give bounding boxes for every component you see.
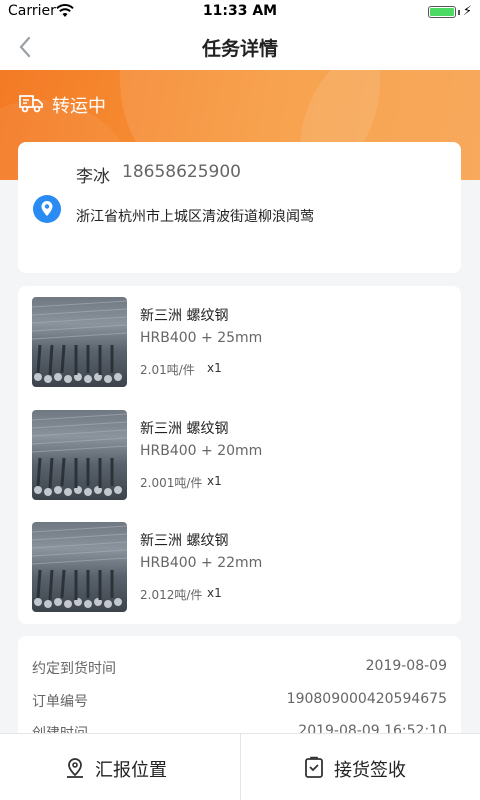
goods-item[interactable]: 新三洲 螺纹钢 HRB400 + 22mm 2.012吨/件 x1	[32, 522, 452, 614]
goods-title: 新三洲 螺纹钢	[140, 308, 229, 324]
info-row-order-number: 订单编号 190809000420594675	[32, 691, 447, 713]
goods-item[interactable]: 新三洲 螺纹钢 HRB400 + 25mm 2.01吨/件 x1	[32, 297, 452, 389]
report-location-label: 汇报位置	[95, 760, 167, 781]
goods-qty: x1	[207, 474, 222, 488]
page-title: 任务详情	[201, 38, 278, 60]
info-label: 订单编号	[32, 694, 88, 710]
nav-bar: 任务详情	[0, 24, 480, 70]
charging-icon: ⚡	[462, 4, 472, 19]
info-label: 约定到货时间	[32, 661, 116, 677]
location-pin-icon	[33, 195, 61, 223]
goods-weight: 2.012吨/件	[140, 588, 203, 602]
goods-spec: HRB400 + 25mm	[140, 330, 263, 346]
rebar-image	[32, 522, 127, 612]
goods-list: 新三洲 螺纹钢 HRB400 + 25mm 2.01吨/件 x1 新三洲 螺纹钢…	[18, 286, 461, 624]
location-icon	[67, 758, 83, 778]
status-bar: Carrier 11:33 AM ⚡	[0, 0, 480, 24]
goods-qty: x1	[207, 586, 222, 600]
receive-sign-button[interactable]: 接货签收	[241, 734, 480, 800]
task-status: 转运中	[52, 96, 106, 117]
goods-title: 新三洲 螺纹钢	[140, 533, 229, 549]
goods-spec: HRB400 + 22mm	[140, 555, 263, 571]
bottom-action-bar: 汇报位置 接货签收	[0, 733, 480, 800]
rebar-image	[32, 410, 127, 500]
info-value[interactable]: 190809000420594675	[287, 691, 447, 707]
recipient-phone[interactable]: 18658625900	[122, 162, 241, 182]
info-row-arrival-date: 约定到货时间 2019-08-09	[32, 658, 447, 680]
goods-weight: 2.01吨/件	[140, 363, 195, 377]
goods-item[interactable]: 新三洲 螺纹钢 HRB400 + 20mm 2.001吨/件 x1	[32, 410, 452, 502]
report-location-button[interactable]: 汇报位置	[0, 734, 240, 800]
goods-qty: x1	[207, 361, 222, 375]
goods-spec: HRB400 + 20mm	[140, 443, 263, 459]
truck-icon	[19, 95, 43, 113]
goods-title: 新三洲 螺纹钢	[140, 421, 229, 437]
recipient-card: 李冰 18658625900 浙江省杭州市上城区清波街道柳浪闻莺	[18, 142, 461, 273]
goods-weight: 2.001吨/件	[140, 476, 203, 490]
rebar-image	[32, 297, 127, 387]
battery-icon	[428, 6, 456, 18]
recipient-name: 李冰	[76, 167, 110, 187]
receive-sign-label: 接货签收	[334, 760, 406, 781]
clock: 11:33 AM	[202, 3, 278, 19]
sign-document-icon	[305, 756, 323, 778]
delivery-address: 浙江省杭州市上城区清波街道柳浪闻莺	[76, 209, 314, 225]
info-value: 2019-08-09	[365, 658, 447, 674]
battery-tip	[458, 10, 460, 15]
